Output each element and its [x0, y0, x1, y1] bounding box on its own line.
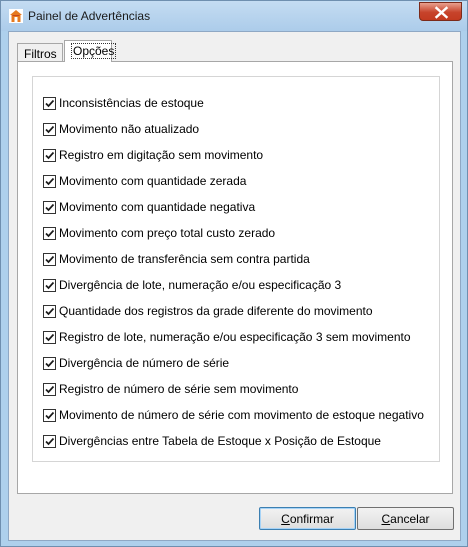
option-label: Movimento com quantidade zerada	[59, 174, 247, 188]
option-registro-lote-sem-movimento[interactable]: Registro de lote, numeração e/ou especif…	[43, 329, 411, 345]
option-label: Movimento não atualizado	[59, 122, 200, 136]
checkmark-icon	[45, 385, 55, 393]
option-checkbox[interactable]	[43, 278, 56, 292]
option-label: Inconsistências de estoque	[59, 96, 204, 110]
confirm-label: onfirmar	[289, 511, 334, 526]
option-tabela-x-posicao[interactable]: Divergências entre Tabela de Estoque x P…	[43, 433, 381, 449]
option-checkbox[interactable]	[43, 330, 56, 344]
cancel-button[interactable]: Cancelar	[357, 507, 454, 530]
option-label: Quantidade dos registros da grade difere…	[59, 304, 373, 318]
close-button[interactable]	[419, 2, 462, 21]
option-divergencia-lote[interactable]: Divergência de lote, numeração e/ou espe…	[43, 277, 341, 293]
app-icon	[9, 9, 23, 23]
option-registro-digitacao[interactable]: Registro em digitação sem movimento	[43, 147, 263, 163]
option-checkbox[interactable]	[43, 304, 56, 318]
option-checkbox[interactable]	[43, 122, 56, 136]
confirm-accelerator: C	[281, 511, 290, 526]
option-label: Divergências entre Tabela de Estoque x P…	[59, 434, 381, 448]
tab-opcoes-label: Opções	[71, 43, 117, 59]
tab-filtros-label: Filtros	[24, 47, 57, 61]
cancel-accelerator: C	[381, 511, 391, 526]
option-checkbox[interactable]	[43, 226, 56, 240]
title-bar[interactable]: Painel de Advertências	[1, 1, 467, 31]
option-checkbox[interactable]	[43, 200, 56, 214]
option-quantidade-negativa[interactable]: Movimento com quantidade negativa	[43, 199, 255, 215]
option-label: Registro de número de série sem moviment…	[59, 382, 299, 396]
option-label: Movimento com quantidade negativa	[59, 200, 256, 214]
option-movimento-nao-atualizado[interactable]: Movimento não atualizado	[43, 121, 199, 137]
checkmark-icon	[45, 411, 55, 419]
close-icon	[434, 6, 449, 19]
option-checkbox[interactable]	[43, 252, 56, 266]
option-label: Movimento de transferência sem contra pa…	[59, 252, 310, 266]
checkmark-icon	[45, 99, 55, 107]
option-checkbox[interactable]	[43, 356, 56, 370]
option-label: Movimento com preço total custo zerado	[59, 226, 276, 240]
checkmark-icon	[45, 229, 55, 237]
window-title: Painel de Advertências	[28, 9, 151, 23]
checkmark-icon	[45, 177, 55, 185]
opcoes-tab-panel: Inconsistências de estoque Movimento não…	[17, 61, 453, 494]
option-quantidade-zerada[interactable]: Movimento com quantidade zerada	[43, 173, 246, 189]
option-label: Registro em digitação sem movimento	[59, 148, 264, 162]
dialog-client-area: Filtros Opções Inconsistências de estoqu…	[8, 31, 461, 541]
checkmark-icon	[45, 125, 55, 133]
confirm-button[interactable]: Confirmar	[259, 507, 356, 530]
option-checkbox[interactable]	[43, 148, 56, 162]
option-transferencia-sem-contra[interactable]: Movimento de transferência sem contra pa…	[43, 251, 310, 267]
checkmark-icon	[45, 203, 55, 211]
option-quantidade-grade[interactable]: Quantidade dos registros da grade difere…	[43, 303, 373, 319]
checkmark-icon	[45, 359, 55, 367]
checkmark-icon	[45, 307, 55, 315]
option-label: Movimento de número de série com movimen…	[59, 408, 424, 422]
option-checkbox[interactable]	[43, 382, 56, 396]
option-divergencia-serie[interactable]: Divergência de número de série	[43, 355, 229, 371]
option-label: Divergência de número de série	[59, 356, 230, 370]
option-checkbox[interactable]	[43, 96, 56, 110]
option-label: Registro de lote, numeração e/ou especif…	[59, 330, 411, 344]
option-checkbox[interactable]	[43, 408, 56, 422]
option-registro-serie-sem-movimento[interactable]: Registro de número de série sem moviment…	[43, 381, 298, 397]
option-serie-estoque-negativo[interactable]: Movimento de número de série com movimen…	[43, 407, 424, 423]
dialog-window: Painel de Advertências Filtros Opções In…	[0, 0, 468, 547]
option-checkbox[interactable]	[43, 434, 56, 448]
option-preco-custo-zerado[interactable]: Movimento com preço total custo zerado	[43, 225, 275, 241]
cancel-label: ancelar	[390, 511, 430, 526]
checkmark-icon	[45, 437, 55, 445]
option-checkbox[interactable]	[43, 174, 56, 188]
option-label: Divergência de lote, numeração e/ou espe…	[59, 278, 342, 292]
option-inconsistencias-estoque[interactable]: Inconsistências de estoque	[43, 95, 204, 111]
tab-filtros[interactable]: Filtros	[17, 43, 63, 62]
options-group: Inconsistências de estoque Movimento não…	[32, 76, 440, 462]
checkmark-icon	[45, 255, 55, 263]
checkmark-icon	[45, 281, 55, 289]
checkmark-icon	[45, 151, 55, 159]
checkmark-icon	[45, 333, 55, 341]
tab-opcoes[interactable]: Opções	[64, 40, 117, 62]
